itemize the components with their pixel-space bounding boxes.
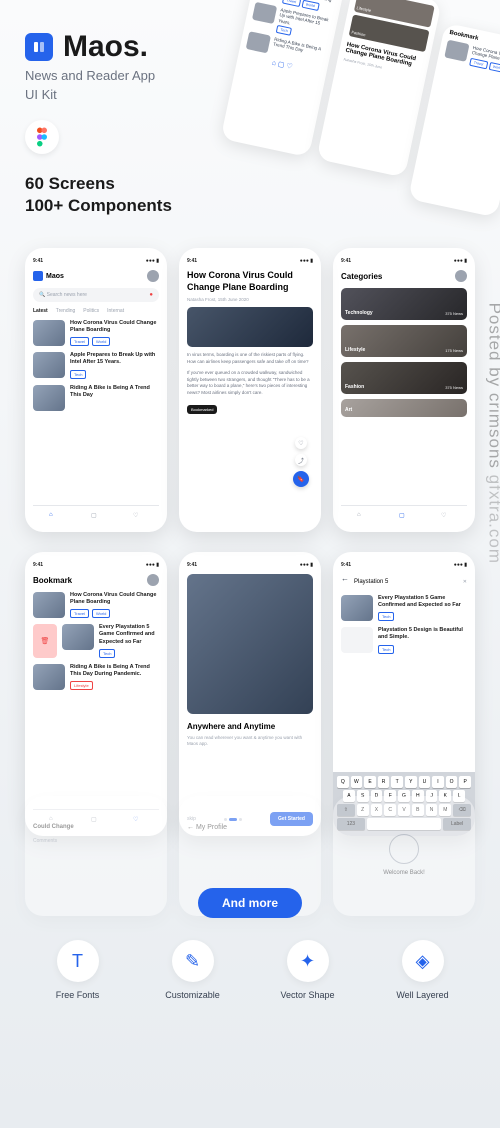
brand-name: Maos. [63, 30, 148, 64]
tab-latest[interactable]: Latest [33, 308, 48, 314]
stat-components: 100+ Components [25, 196, 475, 216]
tab-politics[interactable]: Politics [83, 308, 99, 314]
bookmarked-toast: Bookmarked [187, 405, 217, 414]
figma-icon [25, 120, 59, 154]
and-more: And more [0, 876, 500, 930]
nav-bookmark-icon[interactable]: ♡ [441, 512, 451, 522]
tab-international[interactable]: Internat [107, 308, 124, 314]
screen-article: 9:41●●● ▮ How Corona Virus Could Change … [179, 248, 321, 532]
key[interactable]: E [364, 776, 376, 788]
thumbnail [33, 664, 65, 690]
watermark: Posted by crimsons gfxtra.com [484, 303, 500, 564]
article-paragraph: If you've ever queued on a crowded walkw… [187, 370, 313, 397]
key[interactable]: U [419, 776, 431, 788]
article-title: How Corona Virus Could Change Plane Boar… [187, 270, 313, 293]
tabs: Latest Trending Politics Internat [33, 308, 159, 314]
fab-group: ♡ ⤴ 🔖 [293, 437, 309, 487]
list-item-swipe[interactable]: 🗑 Every Playstation 5 Game Confirmed and… [33, 624, 159, 657]
like-button[interactable]: ♡ [295, 437, 307, 449]
screen-categories: 9:41●●● ▮ Categories Technology375 News … [333, 248, 475, 532]
delete-action[interactable]: 🗑 [33, 624, 57, 657]
key[interactable]: P [459, 776, 471, 788]
page: Maos. News and Reader App UI Kit 60 Scre… [0, 0, 500, 1128]
search-input[interactable]: 🔍 Search news here ● [33, 288, 159, 302]
article-meta: Natasha Frost, 15th June 2020 [187, 297, 313, 302]
thumbnail [341, 627, 373, 653]
feature: TFree Fonts [25, 940, 130, 1000]
list-item[interactable]: Playstation 5 Design is Beautiful and Si… [341, 627, 467, 653]
nav-grid-icon[interactable]: ▢ [399, 512, 409, 522]
hero: Maos. News and Reader App UI Kit 60 Scre… [0, 0, 500, 238]
nav-home-icon[interactable]: ⌂ [357, 512, 367, 522]
avatar[interactable] [147, 270, 159, 282]
logo-icon [25, 33, 53, 61]
status-time: 9:41 [33, 258, 43, 264]
vector-icon: ✦ [287, 940, 329, 982]
list-item[interactable]: How Corona Virus Could Change Plane Boar… [33, 592, 159, 618]
key[interactable]: Q [337, 776, 349, 788]
feature: ◈Well Layered [370, 940, 475, 1000]
thumbnail [341, 595, 373, 621]
category-card[interactable]: Art [341, 399, 467, 417]
category-card[interactable]: Fashion375 News [341, 362, 467, 394]
logo-icon [33, 271, 43, 281]
article-paragraph: In virus terms, boarding is one of the r… [187, 352, 313, 366]
avatar[interactable] [147, 574, 159, 586]
article-image [187, 307, 313, 347]
nav-home-icon[interactable]: ⌂ [49, 512, 59, 522]
screen-bookmark: 9:41●●● ▮ Bookmark How Corona Virus Coul… [25, 552, 167, 836]
features: TFree Fonts ✎Customizable ✦Vector Shape … [0, 930, 500, 1024]
category-card[interactable]: Lifestyle175 News [341, 325, 467, 357]
mic-icon[interactable]: ● [149, 292, 153, 298]
thumbnail [62, 624, 94, 650]
bottom-nav: ⌂ ▢ ♡ [341, 505, 467, 522]
list-item[interactable]: Every Playstation 5 Game Confirmed and E… [341, 595, 467, 621]
key[interactable]: W [351, 776, 363, 788]
feature: ✎Customizable [140, 940, 245, 1000]
bottom-nav: ⌂ ▢ ♡ [33, 505, 159, 522]
fonts-icon: T [57, 940, 99, 982]
onboard-text: You can read wherever you want & anytime… [187, 735, 313, 748]
key[interactable]: Y [405, 776, 417, 788]
thumbnail [33, 592, 65, 618]
nav-grid-icon[interactable]: ▢ [91, 512, 101, 522]
screen-home: 9:41 ●●● ▮ Maos 🔍 Search news here ● Late… [25, 248, 167, 532]
list-item[interactable]: Riding A Bike is Being A Trend This Day … [33, 664, 159, 690]
nav-bookmark-icon[interactable]: ♡ [133, 512, 143, 522]
share-button[interactable]: ⤴ [295, 454, 307, 466]
status-icons: ●●● ▮ [146, 258, 159, 264]
thumbnail [33, 320, 65, 346]
screen-onboarding: 9:41●●● ▮ Anywhere and Anytime You can r… [179, 552, 321, 836]
page-title: Categories [341, 272, 382, 281]
tab-trending[interactable]: Trending [56, 308, 76, 314]
layers-icon: ◈ [402, 940, 444, 982]
bookmark-button[interactable]: 🔖 [293, 471, 309, 487]
search-query[interactable]: Playstation 5 [354, 579, 458, 585]
clear-icon[interactable]: ✕ [463, 579, 467, 585]
back-icon[interactable]: ← [341, 574, 349, 583]
screen-search: 9:41●●● ▮ ← Playstation 5 ✕ Every Playst… [333, 552, 475, 836]
list-item[interactable]: How Corona Virus Could Change Plane Boar… [33, 320, 159, 346]
key[interactable]: I [432, 776, 444, 788]
key[interactable]: T [391, 776, 403, 788]
page-title: Bookmark [33, 576, 72, 585]
thumbnail [33, 385, 65, 411]
avatar[interactable] [455, 270, 467, 282]
feature: ✦Vector Shape [255, 940, 360, 1000]
onboard-title: Anywhere and Anytime [187, 722, 313, 731]
home-logo: Maos [33, 271, 64, 281]
screens-row-1: 9:41 ●●● ▮ Maos 🔍 Search news here ● Late… [0, 238, 500, 542]
thumbnail [33, 352, 65, 378]
category-card[interactable]: Technology375 News [341, 288, 467, 320]
list-item[interactable]: Apple Prepares to Break Up with Intel Af… [33, 352, 159, 378]
list-item[interactable]: Riding A Bike is Being A Trend This Day [33, 385, 159, 411]
key[interactable]: O [446, 776, 458, 788]
key[interactable]: R [378, 776, 390, 788]
and-more-button[interactable]: And more [198, 888, 302, 918]
onboard-image [187, 574, 313, 714]
customize-icon: ✎ [172, 940, 214, 982]
